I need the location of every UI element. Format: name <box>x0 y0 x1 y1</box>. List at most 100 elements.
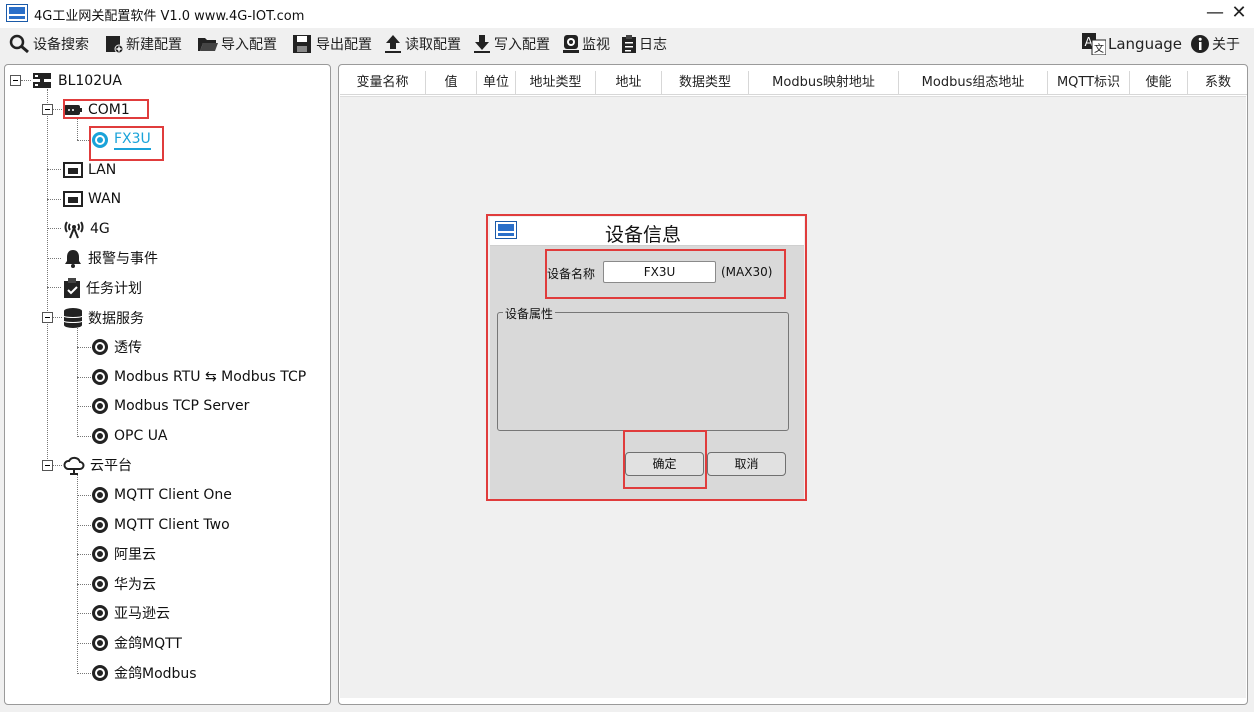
app-logo-icon <box>6 4 28 22</box>
collapse-toggle-root[interactable] <box>10 75 21 86</box>
tree-node-aliyun[interactable]: 阿里云 <box>91 542 156 566</box>
clipboard-icon <box>622 35 636 53</box>
tree-node-label: 金鸽MQTT <box>114 636 182 652</box>
toolbar: 设备搜索 新建配置 导入配置 导出配置 读取配置 写入配置 监视 日志 A 文 … <box>0 28 1254 60</box>
minimize-button[interactable]: — <box>1202 2 1228 24</box>
tree-node-label: Modbus TCP Server <box>114 398 250 414</box>
tree-node-root[interactable]: BL102UA <box>31 69 122 93</box>
tree-node-label: 数据服务 <box>88 311 144 327</box>
device-search-button[interactable]: 设备搜索 <box>9 32 89 56</box>
monitor-icon <box>563 35 579 53</box>
monitor-button[interactable]: 监视 <box>562 32 610 56</box>
tree-node-label: Modbus RTU ⇆ Modbus TCP <box>114 369 307 385</box>
antenna-icon <box>64 221 84 239</box>
column-header[interactable]: 使能 <box>1130 71 1188 95</box>
close-button[interactable]: ✕ <box>1226 2 1252 24</box>
device-camera-icon <box>92 517 108 533</box>
save-icon <box>293 35 311 53</box>
tree-line <box>47 89 48 461</box>
tree-node-tcp-server[interactable]: Modbus TCP Server <box>91 394 249 418</box>
title-bar: 4G工业网关配置软件 V1.0 www.4G-IOT.com — ✕ <box>0 0 1254 28</box>
column-header[interactable]: 系数 <box>1188 71 1247 95</box>
tree-node-cloud[interactable]: 云平台 <box>63 453 132 477</box>
tree-node-lan[interactable]: LAN <box>63 158 116 182</box>
tree-node-label: MQTT Client Two <box>114 517 230 533</box>
highlight-box-name-field <box>545 249 786 299</box>
column-header[interactable]: 地址类型 <box>516 71 596 95</box>
device-camera-icon <box>92 605 108 621</box>
new-config-button[interactable]: 新建配置 <box>104 32 182 56</box>
tree-node-label: 华为云 <box>114 577 156 593</box>
column-header[interactable]: Modbus映射地址 <box>749 71 899 95</box>
tree-node-opc-ua[interactable]: OPC UA <box>91 424 168 448</box>
tree-node-wan[interactable]: WAN <box>63 187 121 211</box>
database-icon <box>63 308 83 328</box>
tree-node-mqtt-one[interactable]: MQTT Client One <box>91 483 232 507</box>
language-button[interactable]: A文 Language <box>1082 32 1182 56</box>
tree-node-rtu-tcp[interactable]: Modbus RTU ⇆ Modbus TCP <box>91 365 306 389</box>
about-label: 关于 <box>1212 37 1240 53</box>
tree-node-label: 阿里云 <box>114 547 156 563</box>
tree-node-task[interactable]: 任务计划 <box>63 276 142 300</box>
write-config-button[interactable]: 写入配置 <box>472 32 550 56</box>
tree-node-data-service[interactable]: 数据服务 <box>63 306 144 330</box>
tree-node-4g[interactable]: 4G <box>63 217 110 241</box>
translate-icon: A文 <box>1082 33 1106 55</box>
tree-node-alarm[interactable]: 报警与事件 <box>63 246 158 270</box>
device-camera-icon <box>92 487 108 503</box>
device-camera-icon <box>92 576 108 592</box>
device-camera-icon <box>92 339 108 355</box>
new-config-label: 新建配置 <box>126 37 182 53</box>
export-config-label: 导出配置 <box>316 37 372 53</box>
read-config-label: 读取配置 <box>405 37 461 53</box>
tree-node-huawei[interactable]: 华为云 <box>91 572 156 596</box>
monitor-label: 监视 <box>582 37 610 53</box>
tree-node-label: 透传 <box>114 340 142 356</box>
download-icon <box>474 35 490 53</box>
collapse-toggle-com1[interactable] <box>42 104 53 115</box>
network-port-icon <box>63 191 83 207</box>
search-icon <box>9 34 29 54</box>
tree-node-transparent[interactable]: 透传 <box>91 335 142 359</box>
task-clipboard-icon <box>64 278 80 298</box>
column-header[interactable]: 单位 <box>477 71 516 95</box>
export-config-button[interactable]: 导出配置 <box>292 32 372 56</box>
device-camera-icon <box>92 546 108 562</box>
log-button[interactable]: 日志 <box>621 32 667 56</box>
column-header[interactable]: 数据类型 <box>662 71 749 95</box>
tree-node-amazon[interactable]: 亚马逊云 <box>91 601 170 625</box>
column-header[interactable]: 地址 <box>596 71 662 95</box>
column-header[interactable]: 变量名称 <box>340 71 426 95</box>
tree-node-jg-modbus[interactable]: 金鸽Modbus <box>91 661 197 685</box>
bell-icon <box>65 250 81 268</box>
tree-node-label: MQTT Client One <box>114 487 232 503</box>
import-config-button[interactable]: 导入配置 <box>197 32 277 56</box>
new-file-icon <box>106 36 124 54</box>
column-header[interactable]: MQTT标识 <box>1048 71 1130 95</box>
network-port-icon <box>63 162 83 178</box>
language-label: Language <box>1108 35 1183 53</box>
cloud-icon <box>63 456 85 475</box>
device-camera-icon <box>92 398 108 414</box>
device-camera-icon <box>92 665 108 681</box>
device-search-label: 设备搜索 <box>33 37 89 53</box>
column-header[interactable]: Modbus组态地址 <box>899 71 1048 95</box>
info-icon <box>1191 35 1209 53</box>
device-camera-icon <box>92 369 108 385</box>
write-config-label: 写入配置 <box>494 37 550 53</box>
tree-node-label: LAN <box>88 162 117 178</box>
gateway-icon <box>33 73 51 88</box>
device-camera-icon <box>92 635 108 651</box>
app-window: 4G工业网关配置软件 V1.0 www.4G-IOT.com — ✕ 设备搜索 … <box>0 0 1254 712</box>
tree-node-jg-mqtt[interactable]: 金鸽MQTT <box>91 631 182 655</box>
tree-node-label: 4G <box>90 221 110 237</box>
log-label: 日志 <box>639 37 667 53</box>
collapse-toggle-data-service[interactable] <box>42 312 53 323</box>
read-config-button[interactable]: 读取配置 <box>383 32 461 56</box>
column-header[interactable]: 值 <box>426 71 477 95</box>
highlight-box-fx3u <box>89 126 164 161</box>
tree-node-label: 亚马逊云 <box>114 606 170 622</box>
collapse-toggle-cloud[interactable] <box>42 460 53 471</box>
about-button[interactable]: 关于 <box>1190 32 1240 56</box>
tree-node-mqtt-two[interactable]: MQTT Client Two <box>91 513 230 537</box>
